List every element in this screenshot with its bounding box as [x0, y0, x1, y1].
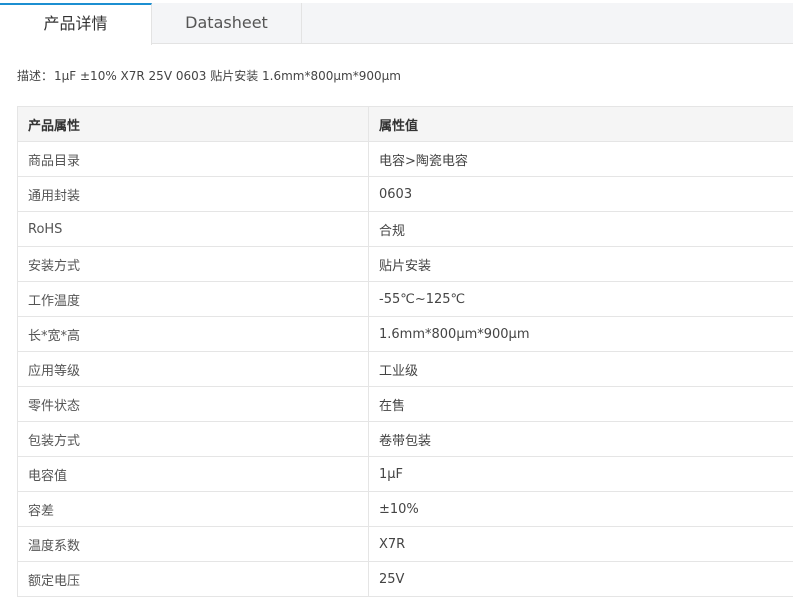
table-row: 工作温度 -55℃~125℃ — [17, 281, 793, 317]
table-header-row: 产品属性 属性值 — [17, 106, 793, 142]
description-label: 描述： — [17, 69, 54, 83]
table-row: 零件状态 在售 — [17, 386, 793, 422]
attribute-name: 安装方式 — [17, 246, 369, 282]
attribute-value: 1μF — [368, 456, 793, 492]
attribute-value: 在售 — [368, 386, 793, 422]
table-row: 应用等级 工业级 — [17, 351, 793, 387]
attribute-value: X7R — [368, 526, 793, 562]
description-text: 1μF ±10% X7R 25V 0603 贴片安装 1.6mm*800μm*9… — [54, 69, 401, 83]
attribute-value: 贴片安装 — [368, 246, 793, 282]
attributes-table: 产品属性 属性值 商品目录 电容>陶瓷电容 通用封装 0603 RoHS 合规 … — [17, 106, 793, 597]
attribute-name: 电容值 — [17, 456, 369, 492]
attribute-value: 卷带包装 — [368, 421, 793, 457]
product-description: 描述：1μF ±10% X7R 25V 0603 贴片安装 1.6mm*800μ… — [17, 67, 401, 84]
table-row: 额定电压 25V — [17, 561, 793, 597]
table-row: 容差 ±10% — [17, 491, 793, 527]
attribute-name: 长*宽*高 — [17, 316, 369, 352]
attribute-name: 零件状态 — [17, 386, 369, 422]
tab-bar: 产品详情 Datasheet — [0, 3, 793, 45]
table-row: RoHS 合规 — [17, 211, 793, 247]
attribute-name: 商品目录 — [17, 141, 369, 177]
table-row: 商品目录 电容>陶瓷电容 — [17, 141, 793, 177]
tab-datasheet[interactable]: Datasheet — [152, 3, 302, 44]
attribute-value: ±10% — [368, 491, 793, 527]
attribute-value: 0603 — [368, 176, 793, 212]
attribute-value: 合规 — [368, 211, 793, 247]
attribute-name: 包装方式 — [17, 421, 369, 457]
table-row: 通用封装 0603 — [17, 176, 793, 212]
header-attribute: 产品属性 — [17, 106, 369, 142]
attribute-name: 工作温度 — [17, 281, 369, 317]
attribute-name: RoHS — [17, 211, 369, 247]
attribute-name: 通用封装 — [17, 176, 369, 212]
attribute-name: 应用等级 — [17, 351, 369, 387]
attribute-value: 工业级 — [368, 351, 793, 387]
table-row: 温度系数 X7R — [17, 526, 793, 562]
attribute-value: -55℃~125℃ — [368, 281, 793, 317]
table-row: 电容值 1μF — [17, 456, 793, 492]
header-value: 属性值 — [368, 106, 793, 142]
attribute-value: 1.6mm*800μm*900μm — [368, 316, 793, 352]
product-detail-page: 产品详情 Datasheet 描述：1μF ±10% X7R 25V 0603 … — [0, 0, 793, 612]
attribute-name: 温度系数 — [17, 526, 369, 562]
attribute-name: 额定电压 — [17, 561, 369, 597]
attribute-value: 电容>陶瓷电容 — [368, 141, 793, 177]
table-row: 长*宽*高 1.6mm*800μm*900μm — [17, 316, 793, 352]
attribute-value: 25V — [368, 561, 793, 597]
attribute-name: 容差 — [17, 491, 369, 527]
table-row: 安装方式 贴片安装 — [17, 246, 793, 282]
table-row: 包装方式 卷带包装 — [17, 421, 793, 457]
tab-product-details[interactable]: 产品详情 — [0, 3, 152, 45]
